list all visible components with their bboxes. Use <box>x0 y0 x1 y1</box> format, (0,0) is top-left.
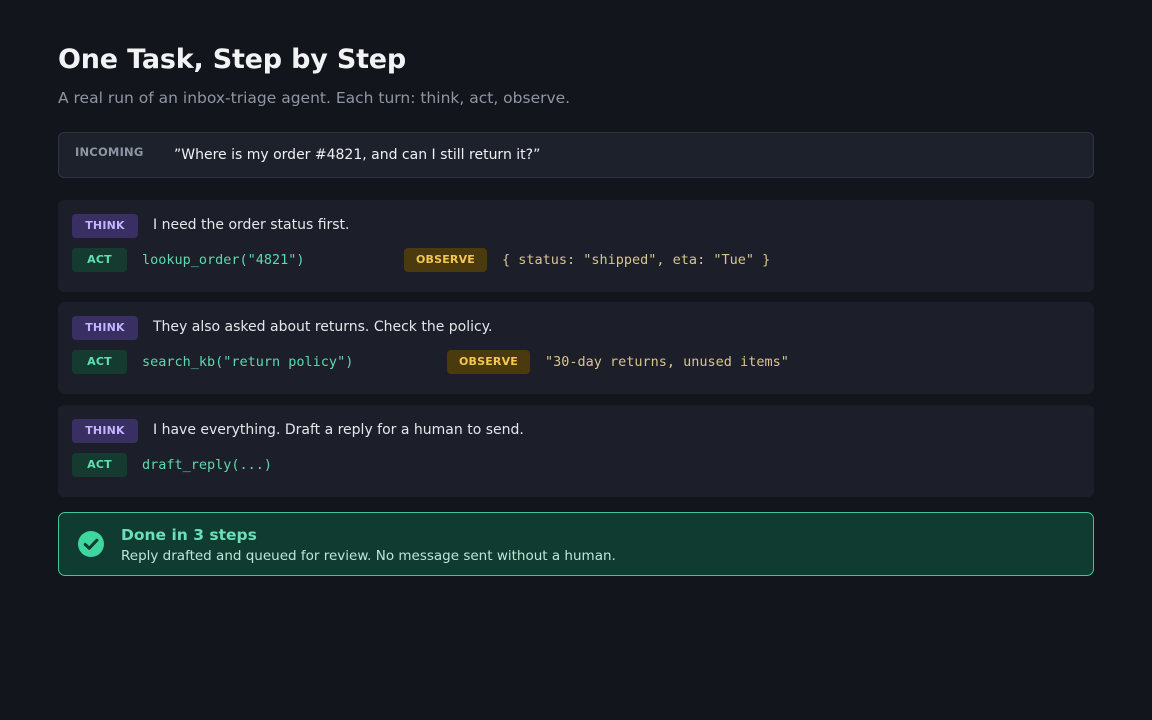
think-tag: THINK <box>72 419 138 443</box>
check-circle-icon <box>78 531 104 557</box>
act-code: search_kb("return policy") <box>142 354 354 370</box>
incoming-message-card: INCOMING ”Where is my order #4821, and c… <box>58 132 1094 178</box>
observe-code: "30-day returns, unused items" <box>545 354 789 370</box>
page-subtitle: A real run of an inbox-triage agent. Eac… <box>58 89 571 107</box>
think-tag: THINK <box>72 214 138 238</box>
act-tag: ACT <box>72 350 127 374</box>
observe-tag: OBSERVE <box>404 248 487 272</box>
page-title: One Task, Step by Step <box>58 44 407 75</box>
think-tag: THINK <box>72 316 138 340</box>
step-card-2: THINK They also asked about returns. Che… <box>58 302 1094 394</box>
act-code: draft_reply(...) <box>142 457 273 473</box>
think-text: I need the order status first. <box>153 217 350 233</box>
think-text: I have everything. Draft a reply for a h… <box>153 422 524 438</box>
done-title: Done in 3 steps <box>121 526 257 544</box>
act-code: lookup_order("4821") <box>142 252 305 268</box>
act-tag: ACT <box>72 248 127 272</box>
incoming-label: INCOMING <box>75 145 144 159</box>
think-text: They also asked about returns. Check the… <box>153 319 493 335</box>
observe-code: { status: "shipped", eta: "Tue" } <box>502 252 771 268</box>
incoming-message-text: ”Where is my order #4821, and can I stil… <box>174 147 541 163</box>
done-banner: Done in 3 steps Reply drafted and queued… <box>58 512 1094 576</box>
step-card-3: THINK I have everything. Draft a reply f… <box>58 405 1094 497</box>
observe-tag: OBSERVE <box>447 350 530 374</box>
act-tag: ACT <box>72 453 127 477</box>
done-message: Reply drafted and queued for review. No … <box>121 548 616 564</box>
step-card-1: THINK I need the order status first. ACT… <box>58 200 1094 292</box>
